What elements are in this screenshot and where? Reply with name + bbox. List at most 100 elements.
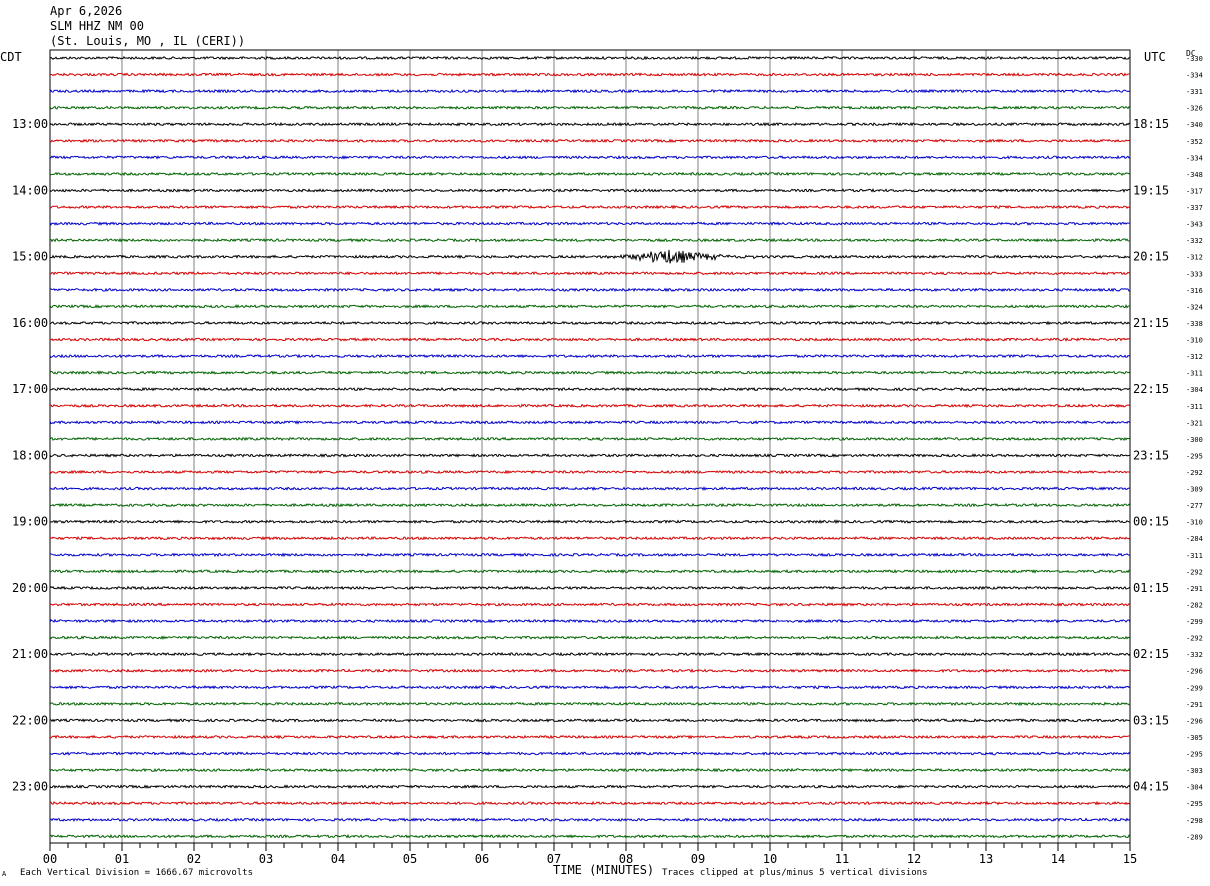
dc-offset-label: -332: [1186, 237, 1203, 245]
dc-offset-label: -310: [1186, 519, 1203, 527]
dc-offset-label: -310: [1186, 337, 1203, 345]
dc-offset-label: -296: [1186, 668, 1203, 676]
dc-offset-label: -292: [1186, 635, 1203, 643]
right-hour-label: 20:15: [1133, 250, 1169, 264]
right-hour-label: 21:15: [1133, 316, 1169, 330]
dc-offset-label: -299: [1186, 618, 1203, 626]
trace-line: [49, 635, 1131, 640]
trace-line: [49, 138, 1131, 144]
trace-line: [49, 221, 1131, 226]
right-hour-label: 23:15: [1133, 448, 1169, 462]
x-tick-label: 05: [403, 852, 417, 866]
trace-line: [49, 585, 1131, 591]
trace-line: [49, 154, 1131, 160]
trace-line: [49, 502, 1131, 508]
plot-frame: [49, 49, 1131, 844]
left-hour-label: 21:00: [12, 647, 48, 661]
dc-offset-label: -311: [1186, 370, 1203, 378]
dc-offset-label: -296: [1186, 717, 1203, 725]
trace-line: [49, 800, 1131, 806]
dc-offset-label: -348: [1186, 171, 1203, 179]
trace-line: [49, 320, 1131, 326]
trace-line: [49, 337, 1131, 342]
trace-line: [49, 817, 1131, 823]
clipping-note: Traces clipped at plus/minus 5 vertical …: [662, 868, 928, 878]
trace-line: [49, 287, 1131, 293]
trace-line: [49, 453, 1131, 458]
right-hour-label: 01:15: [1133, 581, 1169, 595]
trace-line: [49, 403, 1131, 409]
x-tick-label: 13: [979, 852, 993, 866]
trace-line: [49, 701, 1131, 707]
x-tick-label: 04: [331, 852, 345, 866]
dc-offset-label: -352: [1186, 138, 1203, 146]
dc-offset-label: -343: [1186, 221, 1203, 229]
dc-offset-label: -317: [1186, 187, 1203, 195]
left-hour-label: 17:00: [12, 382, 48, 396]
dc-offset-label: -299: [1186, 684, 1203, 692]
x-tick-label: 14: [1051, 852, 1065, 866]
right-hour-label: 19:15: [1133, 183, 1169, 197]
trace-line: [49, 386, 1131, 392]
right-hour-label: 02:15: [1133, 647, 1169, 661]
dc-offset-label: -295: [1186, 452, 1203, 460]
corner-mark: A: [2, 870, 7, 878]
dc-offset-label: -311: [1186, 552, 1203, 560]
dc-offset-label: -305: [1186, 734, 1203, 742]
dc-offset-label: -326: [1186, 105, 1203, 113]
trace-line: [49, 249, 1131, 264]
trace-line: [49, 304, 1131, 309]
trace-line: [49, 469, 1131, 475]
dc-offset-label: -304: [1186, 386, 1203, 394]
dc-offset-label: -337: [1186, 204, 1203, 212]
x-tick-label: 01: [115, 852, 129, 866]
trace-line: [49, 486, 1131, 491]
trace-line: [49, 618, 1131, 624]
right-hour-label: 18:15: [1133, 117, 1169, 131]
trace-line: [49, 237, 1131, 243]
vertical-scale-note: Each Vertical Division = 1666.67 microvo…: [20, 868, 253, 878]
trace-line: [49, 55, 1131, 61]
trace-line: [49, 651, 1131, 657]
x-tick-label: 11: [835, 852, 849, 866]
dc-offset-label: -295: [1186, 751, 1203, 759]
x-tick-label: 03: [259, 852, 273, 866]
x-tick-label: 10: [763, 852, 777, 866]
dc-offset-label: -331: [1186, 88, 1203, 96]
x-tick-label: 00: [43, 852, 57, 866]
left-hour-label: 14:00: [12, 183, 48, 197]
dc-offset-label: -330: [1186, 55, 1203, 63]
x-tick-label: 15: [1123, 852, 1137, 866]
left-hour-label: 16:00: [12, 316, 48, 330]
trace-line: [49, 535, 1131, 541]
dc-offset-label: -303: [1186, 767, 1203, 775]
trace-line: [49, 105, 1131, 110]
trace-line: [49, 204, 1131, 210]
dc-offset-label: -284: [1186, 535, 1203, 543]
x-axis-title: TIME (MINUTES): [553, 863, 655, 877]
dc-offset-label: -277: [1186, 502, 1203, 510]
dc-offset-label: -321: [1186, 419, 1203, 427]
dc-offset-label: -282: [1186, 601, 1203, 609]
trace-line: [49, 684, 1131, 690]
trace-line: [49, 171, 1131, 177]
dc-offset-label: -333: [1186, 270, 1203, 278]
left-hour-label: 19:00: [12, 515, 48, 529]
dc-offset-label: -300: [1186, 436, 1203, 444]
dc-offset-label: -340: [1186, 121, 1203, 129]
trace-line: [49, 602, 1131, 607]
trace-line: [49, 121, 1131, 127]
left-hour-label: 22:00: [12, 713, 48, 727]
dc-offset-label: -291: [1186, 701, 1203, 709]
trace-line: [49, 833, 1131, 839]
seismogram-plot: -330 -334 -331 -326 -340 -352 -334 -348 -317 -337…: [12, 49, 1203, 866]
trace-line: [49, 370, 1131, 376]
trace-line: [49, 519, 1131, 525]
left-hour-label: 18:00: [12, 448, 48, 462]
dc-offset-label: -311: [1186, 403, 1203, 411]
dc-offset-label: -292: [1186, 568, 1203, 576]
trace-line: [49, 419, 1131, 425]
x-tick-label: 12: [907, 852, 921, 866]
dc-offset-label: -324: [1186, 303, 1203, 311]
dc-offset-label: -334: [1186, 72, 1203, 80]
